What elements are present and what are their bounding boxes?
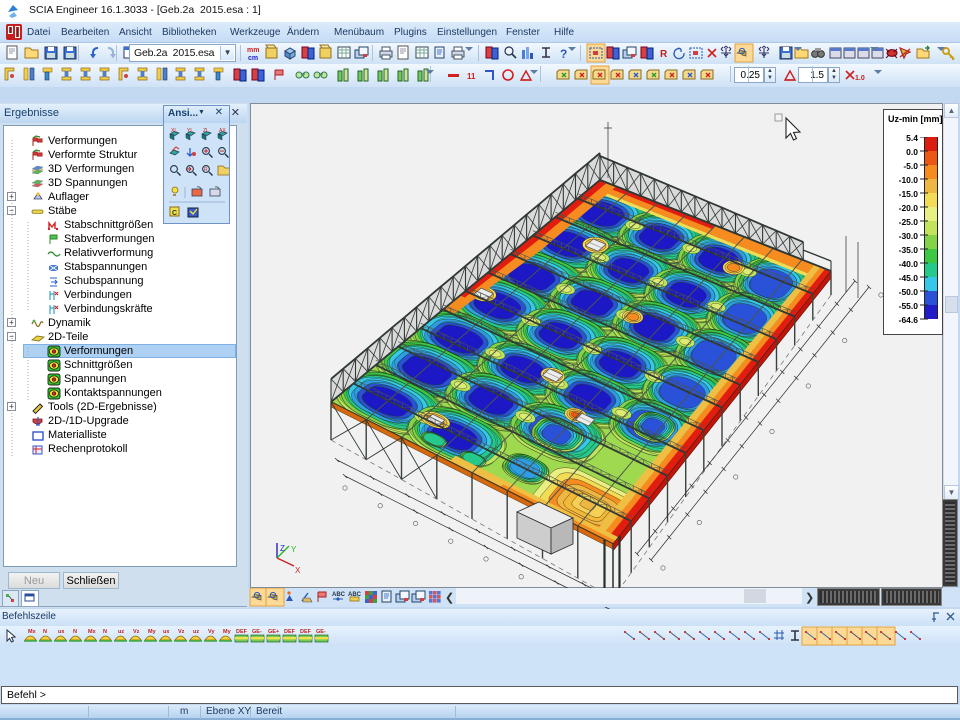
svg-text:Mx: Mx bbox=[88, 629, 97, 635]
svg-text:N: N bbox=[43, 629, 47, 635]
svg-text:DEF: DEF bbox=[284, 629, 296, 635]
svg-text:YL: YL bbox=[187, 128, 193, 134]
svg-text:uz: uz bbox=[193, 629, 199, 635]
svg-text:R: R bbox=[204, 167, 208, 173]
svg-text:N: N bbox=[103, 629, 107, 635]
svg-text:ZL: ZL bbox=[203, 128, 209, 134]
svg-text:GE-: GE- bbox=[252, 629, 262, 635]
svg-text:GE+: GE+ bbox=[268, 629, 279, 635]
svg-text:ABC: ABC bbox=[332, 592, 346, 598]
svg-text:Mx: Mx bbox=[28, 629, 37, 635]
svg-text:DEF: DEF bbox=[300, 629, 312, 635]
svg-text:N: N bbox=[73, 629, 77, 635]
svg-text:❮: ❮ bbox=[445, 592, 454, 604]
svg-text:Y: Y bbox=[291, 545, 297, 554]
svg-text:Vy: Vy bbox=[208, 629, 215, 635]
svg-text:My: My bbox=[223, 629, 232, 635]
svg-text:Vz: Vz bbox=[178, 629, 185, 635]
svg-text:❯: ❯ bbox=[805, 592, 814, 604]
svg-text:C: C bbox=[172, 210, 177, 217]
svg-text:DEF: DEF bbox=[236, 629, 248, 635]
svg-text:Z: Z bbox=[280, 544, 285, 553]
svg-text:My: My bbox=[148, 629, 157, 635]
svg-text:X: X bbox=[295, 566, 301, 575]
svg-text:Vz: Vz bbox=[133, 629, 140, 635]
svg-text:ux: ux bbox=[58, 629, 65, 635]
svg-text:GE-: GE- bbox=[316, 629, 326, 635]
svg-text:ux: ux bbox=[163, 629, 170, 635]
svg-text:uz: uz bbox=[118, 629, 124, 635]
svg-text:XL: XL bbox=[171, 128, 177, 134]
svg-text:AX: AX bbox=[219, 128, 226, 134]
